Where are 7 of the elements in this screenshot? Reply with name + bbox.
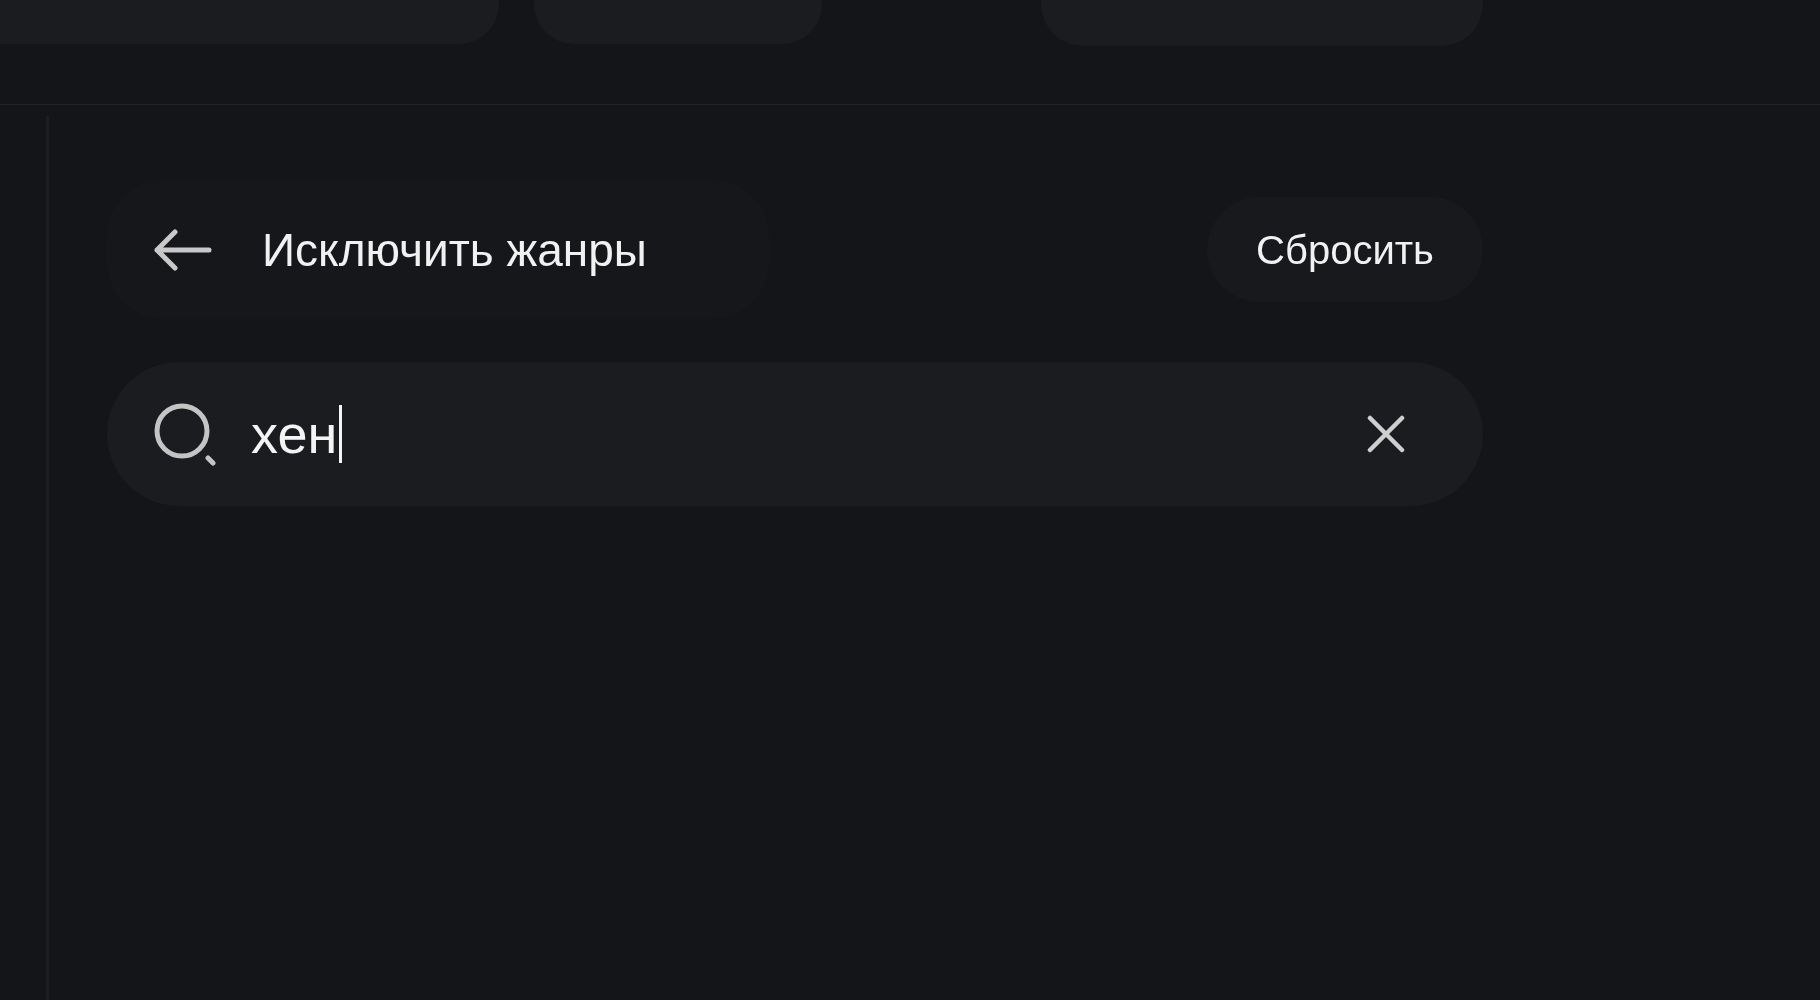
- search-icon: [153, 402, 218, 466]
- search-query: хен: [251, 407, 338, 461]
- search-field[interactable]: хен: [107, 362, 1483, 506]
- reset-button[interactable]: Сбросить: [1207, 197, 1483, 302]
- close-icon: [1367, 415, 1405, 453]
- back-arrow-icon: [154, 228, 212, 271]
- clear-button[interactable]: [1367, 415, 1405, 453]
